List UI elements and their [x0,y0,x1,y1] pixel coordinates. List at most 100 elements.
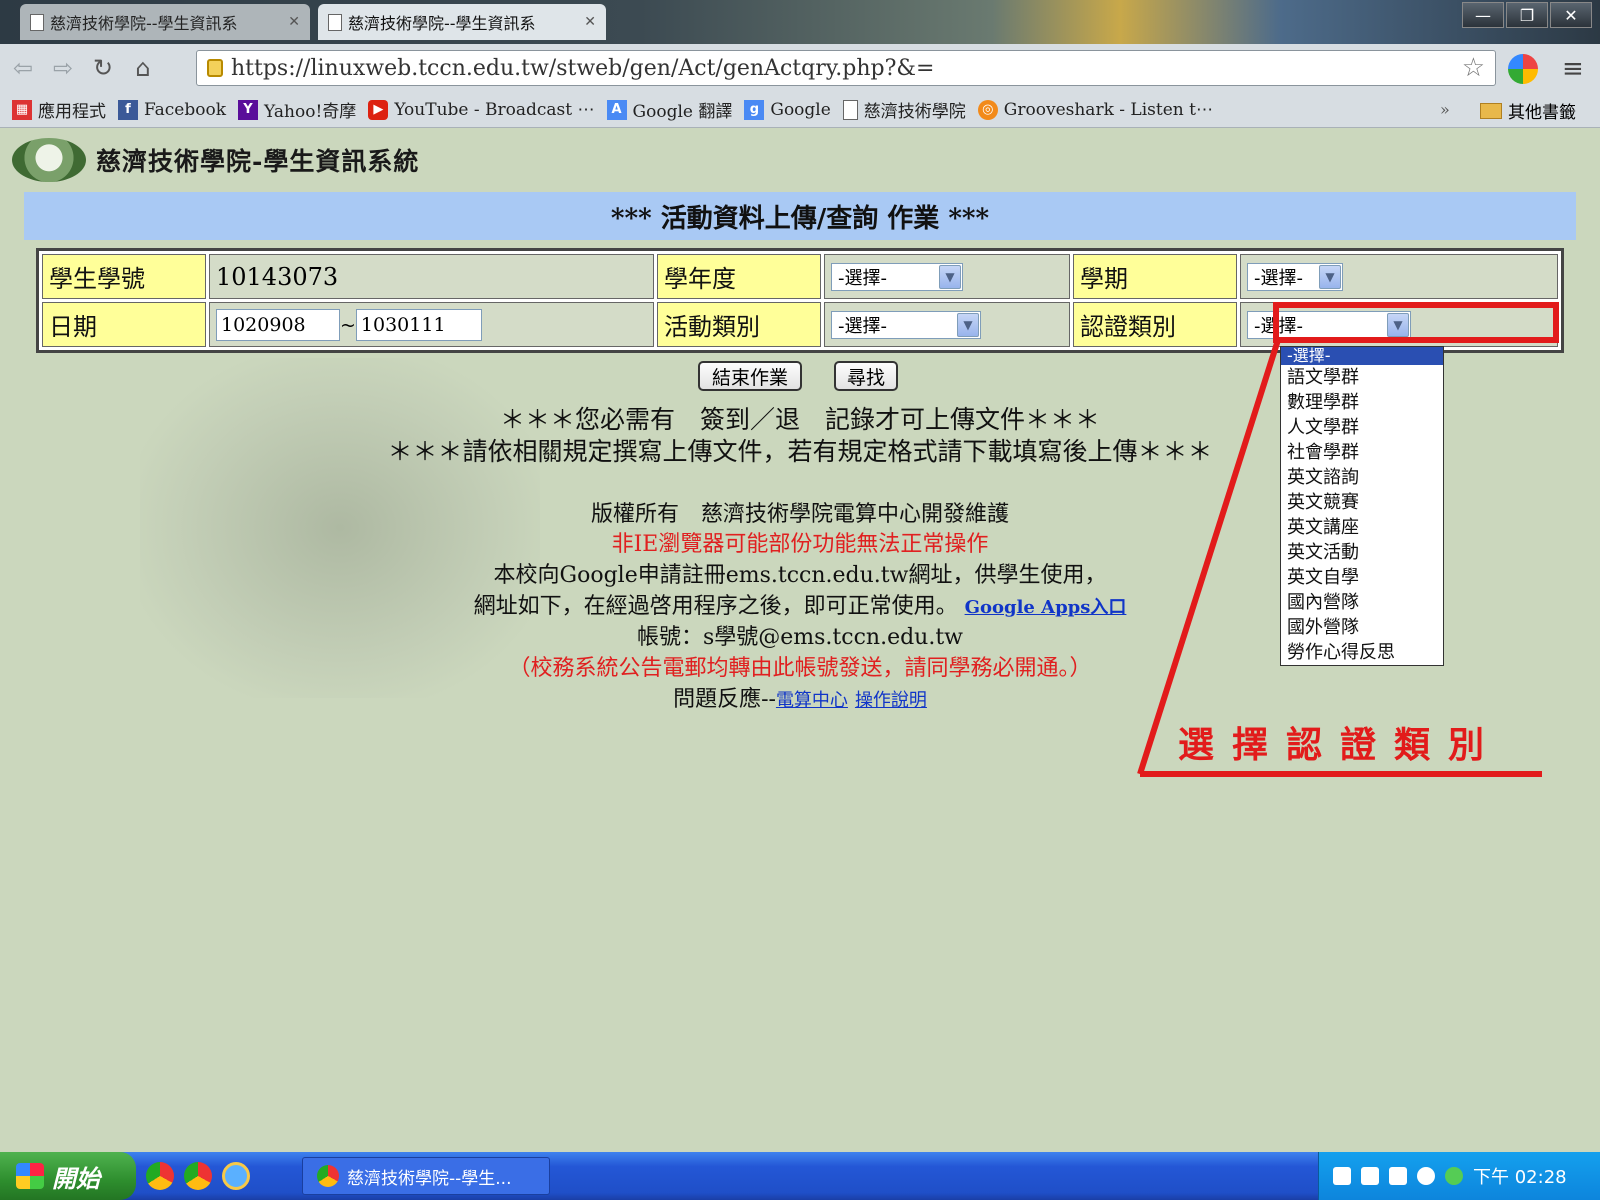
status-icon[interactable] [1445,1167,1463,1185]
dropdown-option[interactable]: 人文學群 [1281,415,1443,440]
dropdown-option[interactable]: 社會學群 [1281,440,1443,465]
page-icon [328,13,342,31]
bookmarks-bar: ▦ 應用程式 f Facebook Y Yahoo!奇摩 ▶ YouTube -… [0,92,1600,128]
manual-link[interactable]: 操作說明 [855,690,927,711]
tab-label: 慈濟技術學院--學生資訊系 [50,14,238,33]
dropdown-option[interactable]: 國內營隊 [1281,590,1443,615]
site-title: 慈濟技術學院-學生資訊系統 [96,147,420,176]
bookmark-label: 慈濟技術學院 [863,102,966,122]
dropdown-option[interactable]: 勞作心得反思 [1281,640,1443,665]
cert-type-select[interactable]: -選擇- ▼ [1247,311,1411,339]
youtube-icon: ▶ [368,99,389,120]
bookmark-label: Facebook [144,99,227,120]
bookmarks-more-icon[interactable]: » [1440,100,1450,119]
date-to-input[interactable]: 1030111 [355,308,482,341]
folder-icon [1480,102,1502,119]
browser-tab-1[interactable]: 慈濟技術學院--學生資訊系 ✕ [20,4,310,40]
grooveshark-icon: ◎ [977,99,998,120]
network-icon[interactable] [1389,1167,1407,1185]
bookmark-yahoo[interactable]: Y Yahoo!奇摩 [238,97,356,122]
close-icon[interactable]: ✕ [288,14,300,30]
extension-icon[interactable] [1508,54,1538,84]
dropdown-option[interactable]: 英文諮詢 [1281,465,1443,490]
activity-type-label: 活動類別 [657,302,821,347]
start-button[interactable]: 開始 [0,1152,136,1200]
dropdown-option[interactable]: 英文活動 [1281,540,1443,565]
keyboard-icon[interactable] [1333,1167,1351,1185]
bookmark-apps[interactable]: ▦ 應用程式 [12,97,106,122]
site-logo: 慈濟技術學院-學生資訊系統 [12,138,419,182]
year-select[interactable]: -選擇- ▼ [831,263,963,291]
cert-type-dropdown: -選擇- 語文學群 數理學群 人文學群 社會學群 英文諮詢 英文競賽 英文講座 … [1280,346,1444,666]
dropdown-option[interactable]: 英文自學 [1281,565,1443,590]
bookmark-grooveshark[interactable]: ◎ Grooveshark - Listen t⋯ [977,99,1213,120]
chrome-icon[interactable] [146,1162,174,1190]
google-icon: g [744,99,765,120]
other-bookmarks[interactable]: 其他書籤 [1480,98,1576,123]
computer-center-link[interactable]: 電算中心 [776,690,848,711]
cert-type-label: 認證類別 [1073,302,1237,347]
chrome-canary-icon[interactable] [184,1162,212,1190]
reload-icon[interactable]: ↻ [86,51,120,85]
title-bar: 慈濟技術學院--學生資訊系 ✕ 慈濟技術學院--學生資訊系 ✕ — ❐ ✕ [0,0,1600,44]
yahoo-icon: Y [238,99,259,120]
star-icon[interactable]: ☆ [1462,53,1485,83]
restore-button[interactable]: ❐ [1506,2,1548,28]
lotus-logo-icon [12,138,86,182]
browser-toolbar: ⇦ ⇨ ↻ ⌂ https://linuxweb.tccn.edu.tw/stw… [0,44,1600,92]
dropdown-option[interactable]: 國外營隊 [1281,615,1443,640]
date-from-input[interactable]: 1020908 [216,308,340,341]
home-icon[interactable]: ⌂ [126,51,160,85]
bookmark-tccn[interactable]: 慈濟技術學院 [842,97,966,122]
semester-select[interactable]: -選擇- ▼ [1247,263,1343,291]
address-bar[interactable]: https://linuxweb.tccn.edu.tw/stweb/gen/A… [196,50,1496,86]
ie-icon[interactable] [222,1162,250,1190]
year-cell: -選擇- ▼ [824,254,1070,299]
semester-label: 學期 [1073,254,1237,299]
chevron-left-icon[interactable] [1417,1167,1435,1185]
search-button[interactable]: 尋找 [834,361,898,391]
minimize-button[interactable]: — [1462,2,1504,28]
cert-type-select-value: -選擇- [1254,316,1303,337]
feedback-prefix: 問題反應-- [673,687,776,712]
translate-icon: A [606,99,627,120]
dropdown-option[interactable]: 數理學群 [1281,390,1443,415]
action-buttons: 結束作業 尋找 [698,361,898,391]
bookmark-facebook[interactable]: f Facebook [118,99,227,120]
feedback-line: 問題反應--電算中心 操作說明 [0,681,1600,713]
close-button[interactable]: ✕ [1550,2,1592,28]
google-apps-link[interactable]: Google Apps入口 [965,597,1127,618]
help-icon[interactable] [1361,1167,1379,1185]
forward-icon[interactable]: ⇨ [46,51,80,85]
start-label: 開始 [52,1164,100,1193]
page-icon [842,99,858,120]
student-id-value: 10143073 [209,254,654,299]
cert-type-cell: -選擇- ▼ [1240,302,1558,347]
menu-icon[interactable]: ≡ [1562,54,1584,84]
url-text[interactable]: https://linuxweb.tccn.edu.tw/stweb/gen/A… [231,56,1462,81]
facebook-icon: f [118,99,138,120]
bookmark-label: 應用程式 [38,102,106,122]
bookmark-google[interactable]: g Google [744,99,831,120]
dropdown-option[interactable]: -選擇- [1281,347,1443,365]
page-banner: *** 活動資料上傳/查詢 作業 *** [24,192,1576,240]
dropdown-option[interactable]: 語文學群 [1281,365,1443,390]
dropdown-option[interactable]: 英文競賽 [1281,490,1443,515]
windows-flag-icon [16,1163,44,1189]
activity-type-select[interactable]: -選擇- ▼ [831,311,981,339]
query-form: 學生學號 10143073 學年度 -選擇- ▼ 學期 -選擇- ▼ 日期 10… [36,248,1564,353]
close-icon[interactable]: ✕ [584,14,596,30]
date-label: 日期 [42,302,206,347]
chrome-icon [317,1165,339,1187]
bookmark-label: YouTube - Broadcast ⋯ [394,99,595,120]
bookmark-youtube[interactable]: ▶ YouTube - Broadcast ⋯ [368,99,595,120]
google-info-text: 網址如下，在經過啓用程序之後，即可正常使用。 [473,594,958,619]
dropdown-option[interactable]: 英文講座 [1281,515,1443,540]
year-select-value: -選擇- [838,268,887,289]
taskbar-chrome-window[interactable]: 慈濟技術學院--學生... [302,1157,550,1195]
end-button[interactable]: 結束作業 [698,361,802,391]
back-icon[interactable]: ⇦ [6,51,40,85]
bookmark-translate[interactable]: A Google 翻譯 [606,97,732,122]
browser-tab-2[interactable]: 慈濟技術學院--學生資訊系 ✕ [318,4,606,40]
bookmark-label: Grooveshark - Listen t⋯ [1003,99,1213,120]
